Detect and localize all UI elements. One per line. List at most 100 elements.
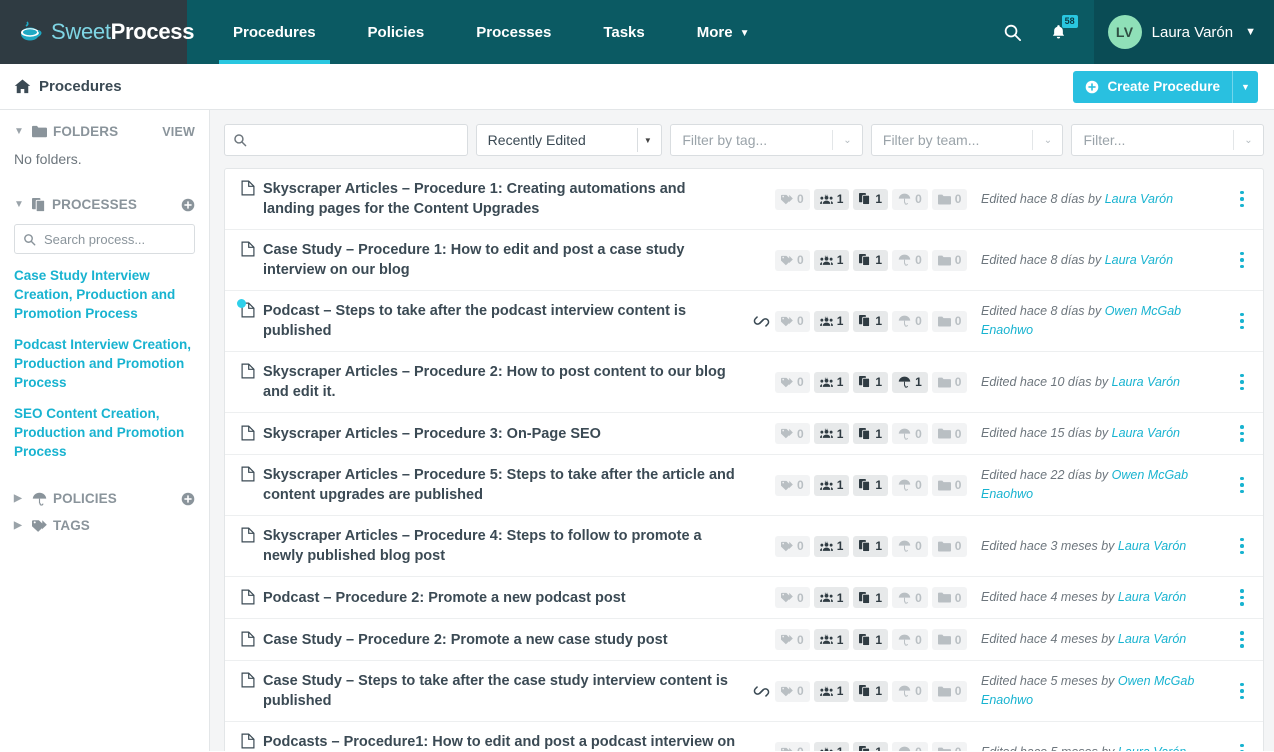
author-link[interactable]: Laura Varón — [1105, 253, 1173, 267]
author-link[interactable]: Laura Varón — [1118, 632, 1186, 646]
filter-by-team-select[interactable]: Filter by team... ⌄ — [871, 124, 1064, 156]
nav-item-policies[interactable]: Policies — [342, 0, 451, 64]
search-process-input[interactable] — [42, 231, 186, 248]
table-row[interactable]: Skyscraper Articles – Procedure 3: On-Pa… — [225, 413, 1263, 455]
table-row[interactable]: Case Study – Steps to take after the cas… — [225, 661, 1263, 722]
sidebar-section-tags[interactable]: ▶ TAGS — [14, 518, 195, 533]
row-actions-menu-button[interactable] — [1227, 631, 1257, 648]
row-actions-menu-button[interactable] — [1227, 425, 1257, 442]
brand-logo[interactable]: SweetProcess — [0, 0, 187, 64]
badge-folder[interactable]: 0 — [932, 475, 968, 496]
badge-team[interactable]: 1 — [814, 250, 850, 271]
badge-umbrella[interactable]: 0 — [892, 587, 928, 608]
chevron-down-icon[interactable]: ⌄ — [832, 130, 862, 150]
table-row[interactable]: Case Study – Procedure 2: Promote a new … — [225, 619, 1263, 661]
sidebar-process-item-1[interactable]: Podcast Interview Creation, Production a… — [14, 335, 195, 392]
add-process-button[interactable] — [181, 198, 195, 212]
table-row[interactable]: Podcasts – Procedure1: How to edit and p… — [225, 722, 1263, 751]
user-menu[interactable]: LV Laura Varón ▼ — [1094, 0, 1274, 64]
filter-by-tag-select[interactable]: Filter by tag... ⌄ — [670, 124, 863, 156]
author-link[interactable]: Laura Varón — [1112, 375, 1180, 389]
badge-folder[interactable]: 0 — [932, 250, 968, 271]
procedure-title-link[interactable]: Skyscraper Articles – Procedure 2: How t… — [263, 362, 741, 402]
badge-folder[interactable]: 0 — [932, 536, 968, 557]
badge-tag[interactable]: 0 — [775, 250, 810, 271]
procedure-title-link[interactable]: Skyscraper Articles – Procedure 4: Steps… — [263, 526, 741, 566]
row-actions-menu-button[interactable] — [1227, 191, 1257, 208]
table-row[interactable]: Skyscraper Articles – Procedure 2: How t… — [225, 352, 1263, 413]
badge-processes[interactable]: 1 — [853, 742, 888, 752]
row-actions-menu-button[interactable] — [1227, 477, 1257, 494]
badge-processes[interactable]: 1 — [853, 311, 888, 332]
row-actions-menu-button[interactable] — [1227, 589, 1257, 606]
badge-umbrella[interactable]: 0 — [892, 311, 928, 332]
add-policy-button[interactable] — [181, 492, 195, 506]
badge-folder[interactable]: 0 — [932, 189, 968, 210]
badge-tag[interactable]: 0 — [775, 587, 810, 608]
author-link[interactable]: Laura Varón — [1118, 745, 1186, 752]
badge-team[interactable]: 1 — [814, 536, 850, 557]
chevron-down-icon[interactable]: ⌄ — [1032, 130, 1062, 150]
badge-tag[interactable]: 0 — [775, 629, 810, 650]
search-input[interactable] — [254, 132, 459, 149]
procedure-title-link[interactable]: Skyscraper Articles – Procedure 1: Creat… — [263, 179, 741, 219]
row-actions-menu-button[interactable] — [1227, 683, 1257, 700]
badge-processes[interactable]: 1 — [853, 475, 888, 496]
badge-folder[interactable]: 0 — [932, 629, 968, 650]
nav-item-tasks[interactable]: Tasks — [577, 0, 670, 64]
badge-umbrella[interactable]: 0 — [892, 681, 928, 702]
author-link[interactable]: Laura Varón — [1105, 192, 1173, 206]
search-field[interactable] — [224, 124, 468, 156]
badge-team[interactable]: 1 — [814, 629, 850, 650]
table-row[interactable]: Podcast – Steps to take after the podcas… — [225, 291, 1263, 352]
badge-tag[interactable]: 0 — [775, 536, 810, 557]
badge-tag[interactable]: 0 — [775, 372, 810, 393]
badge-team[interactable]: 1 — [814, 681, 850, 702]
table-row[interactable]: Skyscraper Articles – Procedure 4: Steps… — [225, 516, 1263, 577]
badge-umbrella[interactable]: 0 — [892, 475, 928, 496]
badge-processes[interactable]: 1 — [853, 536, 888, 557]
sidebar-process-item-2[interactable]: SEO Content Creation, Production and Pro… — [14, 404, 195, 461]
badge-umbrella[interactable]: 0 — [892, 250, 928, 271]
sidebar-section-folders[interactable]: ▼ FOLDERS VIEW — [14, 124, 195, 139]
table-row[interactable]: Skyscraper Articles – Procedure 5: Steps… — [225, 455, 1263, 516]
sidebar-section-processes[interactable]: ▼ PROCESSES — [14, 197, 195, 212]
badge-umbrella[interactable]: 0 — [892, 423, 928, 444]
search-process-field[interactable] — [14, 224, 195, 254]
badge-folder[interactable]: 0 — [932, 587, 968, 608]
badge-tag[interactable]: 0 — [775, 189, 810, 210]
badge-team[interactable]: 1 — [814, 475, 850, 496]
chevron-down-icon[interactable]: ▼ — [637, 128, 657, 152]
procedure-title-link[interactable]: Case Study – Procedure 2: Promote a new … — [263, 630, 668, 650]
badge-processes[interactable]: 1 — [853, 629, 888, 650]
sort-select[interactable]: Recently Edited ▼ — [476, 124, 663, 156]
procedure-title-link[interactable]: Podcasts – Procedure1: How to edit and p… — [263, 732, 741, 751]
nav-item-procedures[interactable]: Procedures — [207, 0, 342, 64]
badge-team[interactable]: 1 — [814, 423, 850, 444]
table-row[interactable]: Podcast – Procedure 2: Promote a new pod… — [225, 577, 1263, 619]
create-procedure-button[interactable]: Create Procedure ▼ — [1073, 71, 1258, 103]
create-procedure-main[interactable]: Create Procedure — [1073, 71, 1232, 103]
badge-tag[interactable]: 0 — [775, 681, 810, 702]
badge-folder[interactable]: 0 — [932, 311, 968, 332]
badge-umbrella[interactable]: 1 — [892, 372, 928, 393]
badge-processes[interactable]: 1 — [853, 423, 888, 444]
sidebar-folders-view-link[interactable]: VIEW — [162, 125, 195, 139]
create-procedure-dropdown-toggle[interactable]: ▼ — [1232, 71, 1258, 103]
badge-tag[interactable]: 0 — [775, 742, 810, 752]
badge-processes[interactable]: 1 — [853, 681, 888, 702]
badge-team[interactable]: 1 — [814, 311, 850, 332]
linked-procedure-icon[interactable] — [747, 683, 775, 700]
badge-umbrella[interactable]: 0 — [892, 189, 928, 210]
procedure-title-link[interactable]: Skyscraper Articles – Procedure 3: On-Pa… — [263, 424, 601, 444]
row-actions-menu-button[interactable] — [1227, 313, 1257, 330]
nav-item-more[interactable]: More ▼ — [671, 0, 776, 64]
linked-procedure-icon[interactable] — [747, 313, 775, 330]
procedure-title-link[interactable]: Skyscraper Articles – Procedure 5: Steps… — [263, 465, 741, 505]
badge-processes[interactable]: 1 — [853, 587, 888, 608]
nav-item-processes[interactable]: Processes — [450, 0, 577, 64]
row-actions-menu-button[interactable] — [1227, 744, 1257, 751]
badge-team[interactable]: 1 — [814, 742, 850, 752]
search-button[interactable] — [990, 0, 1036, 64]
row-actions-menu-button[interactable] — [1227, 374, 1257, 391]
